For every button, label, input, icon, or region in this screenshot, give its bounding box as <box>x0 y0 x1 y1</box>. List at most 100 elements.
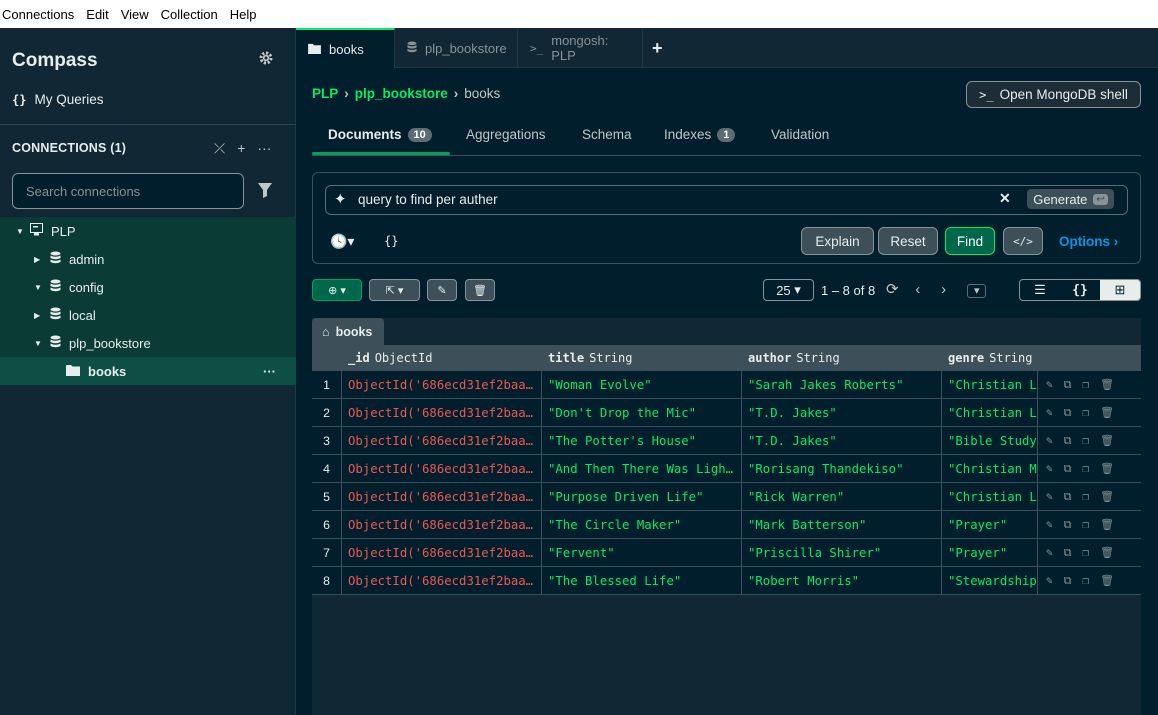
cell-id[interactable]: ObjectId('686ecd31ef2baa… <box>342 399 542 427</box>
chevron-left-icon[interactable]: ‹ <box>915 281 920 298</box>
pencil-icon[interactable]: ✎ <box>1046 462 1053 476</box>
copy-icon[interactable]: ⧉ <box>1064 378 1072 392</box>
menu-connections[interactable]: Connections <box>2 7 74 22</box>
cell-id[interactable]: ObjectId('686ecd31ef2baa… <box>342 455 542 483</box>
column-header-id[interactable]: _id ObjectId <box>348 345 432 371</box>
filter-field[interactable]: {} <box>384 234 398 248</box>
subtab-validation[interactable]: Validation <box>771 127 829 142</box>
refresh-icon[interactable]: ⟳ <box>886 281 899 298</box>
cell-title[interactable]: "The Circle Maker" <box>542 511 742 539</box>
cell-title[interactable]: "Don't Drop the Mic" <box>542 399 742 427</box>
pencil-icon[interactable]: ✎ <box>1046 574 1053 588</box>
menu-edit[interactable]: Edit <box>86 7 108 22</box>
copy-icon[interactable]: ⧉ <box>1064 546 1072 560</box>
cell-author[interactable]: "T.D. Jakes" <box>742 427 942 455</box>
find-button[interactable]: Find <box>945 227 995 255</box>
caret-down-icon[interactable]: ▼ <box>16 227 26 236</box>
clone-icon[interactable]: ❐ <box>1082 574 1089 588</box>
chevron-down-icon[interactable]: ▾ <box>966 284 987 298</box>
table-row[interactable]: 7 ObjectId('686ecd31ef2baa… "Fervent" "P… <box>312 539 1141 567</box>
menu-help[interactable]: Help <box>230 7 257 22</box>
cell-title[interactable]: "Woman Evolve" <box>542 371 742 399</box>
menu-collection[interactable]: Collection <box>161 7 218 22</box>
cell-id[interactable]: ObjectId('686ecd31ef2baa… <box>342 371 542 399</box>
clone-icon[interactable]: ❐ <box>1082 462 1089 476</box>
cell-author[interactable]: "T.D. Jakes" <box>742 399 942 427</box>
cell-id[interactable]: ObjectId('686ecd31ef2baa… <box>342 483 542 511</box>
cell-genre[interactable]: "Christian Li <box>942 483 1038 511</box>
subtab-schema[interactable]: Schema <box>582 127 632 142</box>
cell-title[interactable]: "And Then There Was Ligh… <box>542 455 742 483</box>
caret-down-icon[interactable]: ▼ <box>34 339 44 348</box>
chevron-right-icon[interactable]: › <box>941 281 946 298</box>
tree-item-books[interactable]: books ··· <box>0 357 296 385</box>
clone-icon[interactable]: ❐ <box>1082 518 1089 532</box>
copy-icon[interactable]: ⧉ <box>1064 490 1072 504</box>
tree-item-plp[interactable]: ▼ PLP <box>0 217 296 245</box>
table-row[interactable]: 5 ObjectId('686ecd31ef2baa… "Purpose Dri… <box>312 483 1141 511</box>
json-view-icon[interactable]: {} <box>1060 280 1100 300</box>
cell-author[interactable]: "Robert Morris" <box>742 567 942 595</box>
tree-item-config[interactable]: ▼ config <box>0 273 296 301</box>
table-row[interactable]: 2 ObjectId('686ecd31ef2baa… "Don't Drop … <box>312 399 1141 427</box>
delete-button[interactable]: 🗑 <box>465 279 495 301</box>
cell-id[interactable]: ObjectId('686ecd31ef2baa… <box>342 511 542 539</box>
my-queries-link[interactable]: {} My Queries <box>12 92 103 107</box>
copy-icon[interactable]: ⧉ <box>1064 434 1072 448</box>
pencil-icon[interactable]: ✎ <box>1046 518 1053 532</box>
clone-icon[interactable]: ❐ <box>1082 490 1089 504</box>
open-shell-button[interactable]: >_ Open MongoDB shell <box>966 81 1141 108</box>
cell-genre[interactable]: "Bible Study" <box>942 427 1038 455</box>
pencil-icon[interactable]: ✎ <box>1046 546 1053 560</box>
subtab-documents[interactable]: Documents 10 <box>328 127 432 142</box>
cell-author[interactable]: "Rorisang Thandekiso" <box>742 455 942 483</box>
tab-books[interactable]: books <box>296 28 395 68</box>
cell-title[interactable]: "The Potter's House" <box>542 427 742 455</box>
cell-author[interactable]: "Rick Warren" <box>742 483 942 511</box>
table-row[interactable]: 6 ObjectId('686ecd31ef2baa… "The Circle … <box>312 511 1141 539</box>
cell-genre[interactable]: "Prayer" <box>942 539 1038 567</box>
subtab-indexes[interactable]: Indexes 1 <box>664 127 736 142</box>
tab-plp-bookstore[interactable]: plp_bookstore <box>395 28 518 68</box>
copy-icon[interactable]: ⧉ <box>1064 574 1072 588</box>
subtab-aggregations[interactable]: Aggregations <box>466 127 546 142</box>
copy-icon[interactable]: ⧉ <box>1064 518 1072 532</box>
trash-icon[interactable]: 🗑 <box>1100 546 1114 560</box>
code-icon[interactable]: </> <box>1003 227 1043 255</box>
cell-title[interactable]: "Fervent" <box>542 539 742 567</box>
tree-item-plp-bookstore[interactable]: ▼ plp_bookstore <box>0 329 296 357</box>
search-connections-input[interactable]: Search connections <box>12 173 244 209</box>
pencil-icon[interactable]: ✎ <box>1046 406 1053 420</box>
trash-icon[interactable]: 🗑 <box>1100 574 1114 588</box>
explain-button[interactable]: Explain <box>801 227 874 255</box>
copy-icon[interactable]: ⧉ <box>1064 406 1072 420</box>
filter-icon[interactable] <box>258 182 274 200</box>
cell-author[interactable]: "Mark Batterson" <box>742 511 942 539</box>
cell-author[interactable]: "Priscilla Shirer" <box>742 539 942 567</box>
tree-item-admin[interactable]: ▶ admin <box>0 245 296 273</box>
page-size-select[interactable]: 25 ▾ <box>763 279 814 301</box>
cell-id[interactable]: ObjectId('686ecd31ef2baa… <box>342 427 542 455</box>
pencil-icon[interactable]: ✎ <box>1046 378 1053 392</box>
list-view-icon[interactable]: ☰ <box>1020 280 1060 300</box>
column-header-title[interactable]: title String <box>548 345 632 371</box>
more-icon[interactable]: ··· <box>263 364 276 379</box>
table-view-icon[interactable]: ⊞ <box>1100 280 1140 300</box>
trash-icon[interactable]: 🗑 <box>1100 378 1114 392</box>
cell-genre[interactable]: "Stewardship" <box>942 567 1038 595</box>
breadcrumb-db[interactable]: plp_bookstore <box>355 86 448 101</box>
menu-view[interactable]: View <box>121 7 149 22</box>
copy-icon[interactable]: ⧉ <box>1064 462 1072 476</box>
clone-icon[interactable]: ❐ <box>1082 406 1089 420</box>
clone-icon[interactable]: ❐ <box>1082 546 1089 560</box>
cell-genre[interactable]: "Christian Le <box>942 399 1038 427</box>
trash-icon[interactable]: 🗑 <box>1100 518 1114 532</box>
gear-icon[interactable] <box>258 50 278 70</box>
tab-mongosh[interactable]: >_ mongosh: PLP <box>518 28 643 68</box>
options-link[interactable]: Options › <box>1059 234 1118 249</box>
cell-genre[interactable]: "Christian Li <box>942 371 1038 399</box>
breadcrumb-cluster[interactable]: PLP <box>312 86 338 101</box>
caret-right-icon[interactable]: ▶ <box>34 255 44 264</box>
trash-icon[interactable]: 🗑 <box>1100 434 1114 448</box>
cell-id[interactable]: ObjectId('686ecd31ef2baa… <box>342 539 542 567</box>
